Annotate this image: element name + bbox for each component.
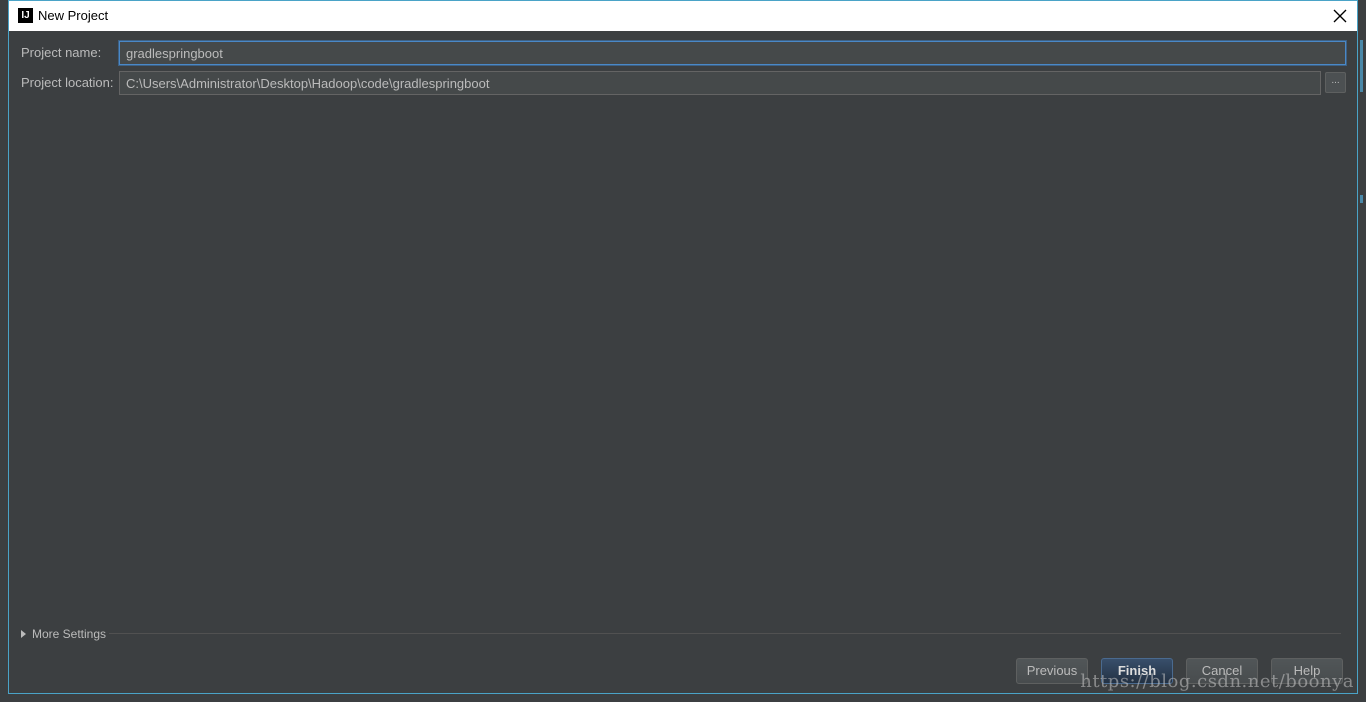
new-project-dialog: IJ New Project Project name: Project loc… [8,0,1358,694]
project-name-label: Project name: [21,45,102,60]
scroll-marker [1360,195,1363,203]
title-bar[interactable]: IJ New Project [9,1,1357,31]
intellij-idea-icon: IJ [18,8,33,23]
watermark: https://blog.csdn.net/boonya [1080,671,1354,692]
scroll-marker [1360,40,1363,92]
background-ide-right-strip [1358,0,1366,702]
more-settings-toggle[interactable]: More Settings [21,627,106,641]
dialog-title: New Project [38,8,109,23]
browse-location-button[interactable]: ... [1325,72,1346,93]
divider [109,633,1341,634]
project-name-input[interactable] [119,41,1346,65]
background-ide-bottom-strip [0,694,1366,702]
more-settings-label: More Settings [32,627,107,641]
background-ide-left-strip [0,0,8,702]
close-icon [1333,9,1347,23]
project-location-input[interactable] [119,71,1321,95]
triangle-right-icon [21,630,26,638]
previous-button[interactable]: Previous [1016,658,1088,684]
project-location-label: Project location: [21,75,114,90]
close-button[interactable] [1329,5,1351,27]
